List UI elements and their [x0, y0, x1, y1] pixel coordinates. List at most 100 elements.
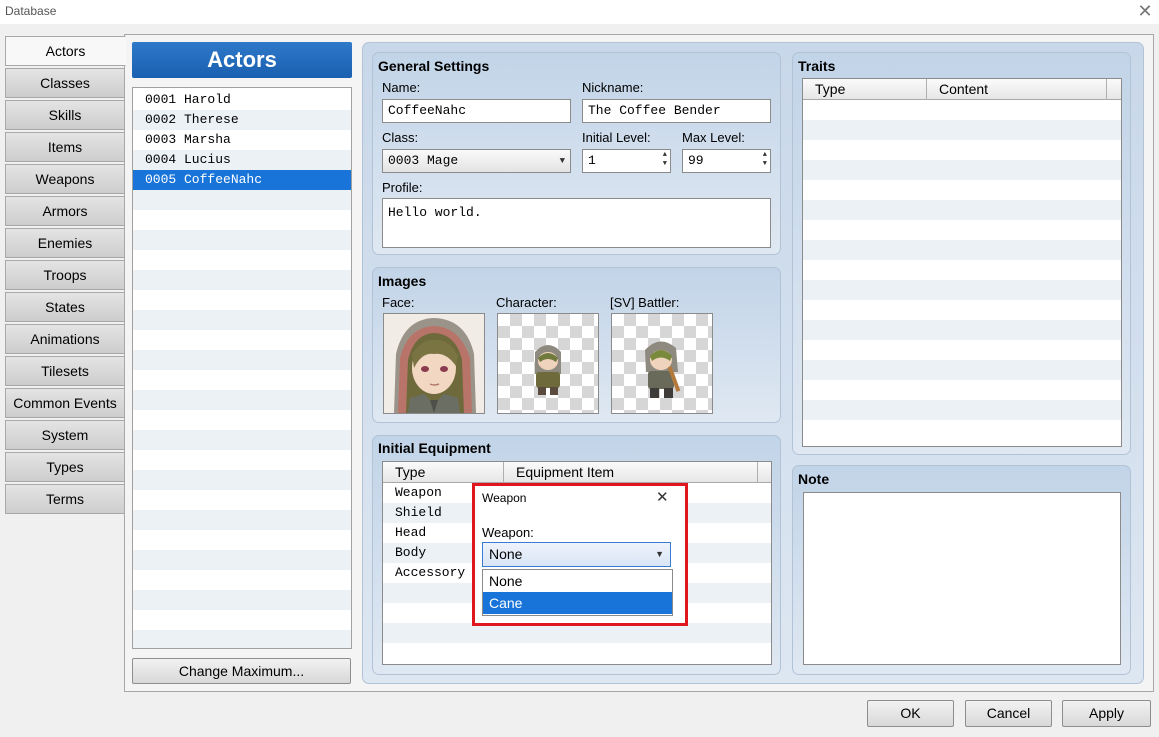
battler-image[interactable]: [611, 313, 713, 414]
empty-row[interactable]: [133, 570, 351, 590]
change-maximum-button[interactable]: Change Maximum...: [132, 658, 351, 684]
empty-row[interactable]: [803, 140, 1121, 160]
empty-row[interactable]: [803, 340, 1121, 360]
empty-row[interactable]: [133, 430, 351, 450]
column-equipment-item[interactable]: Equipment Item: [504, 462, 758, 483]
empty-row[interactable]: [133, 310, 351, 330]
name-field[interactable]: CoffeeNahc: [382, 99, 571, 123]
class-label: Class:: [382, 130, 419, 145]
empty-row[interactable]: [133, 470, 351, 490]
spinner-arrows-icon[interactable]: ▲ ▼: [763, 151, 767, 169]
empty-row[interactable]: [133, 490, 351, 510]
traits-table[interactable]: Type Content: [802, 78, 1122, 447]
empty-row[interactable]: [383, 623, 771, 643]
window-close-icon[interactable]: ✕: [1135, 0, 1155, 22]
tab-troops[interactable]: Troops: [5, 260, 125, 290]
face-portrait-icon: [394, 318, 476, 413]
nickname-label: Nickname:: [582, 80, 644, 95]
empty-row[interactable]: [133, 390, 351, 410]
empty-row[interactable]: [803, 320, 1121, 340]
empty-row[interactable]: [803, 360, 1121, 380]
column-type[interactable]: Type: [383, 462, 504, 483]
weapon-option-cane[interactable]: Cane: [483, 592, 672, 614]
class-select[interactable]: 0003 Mage ▼: [382, 149, 571, 173]
empty-row[interactable]: [803, 300, 1121, 320]
empty-row[interactable]: [133, 190, 351, 210]
actor-item[interactable]: 0004 Lucius: [133, 150, 351, 170]
apply-button[interactable]: Apply: [1062, 700, 1151, 727]
popup-close-icon[interactable]: ✕: [656, 488, 669, 506]
empty-row[interactable]: [803, 280, 1121, 300]
column-type[interactable]: Type: [803, 79, 927, 100]
note-title: Note: [798, 471, 830, 487]
initial-level-spinner[interactable]: 1 ▲ ▼: [582, 149, 671, 173]
tab-common-events[interactable]: Common Events: [5, 388, 125, 418]
popup-weapon-label: Weapon:: [482, 525, 534, 540]
empty-row[interactable]: [803, 180, 1121, 200]
actor-item[interactable]: 0001 Harold: [133, 90, 351, 110]
tab-skills[interactable]: Skills: [5, 100, 125, 130]
note-textarea[interactable]: [803, 492, 1121, 665]
tab-states[interactable]: States: [5, 292, 125, 322]
empty-row[interactable]: [133, 510, 351, 530]
empty-row[interactable]: [133, 270, 351, 290]
cancel-button[interactable]: Cancel: [965, 700, 1052, 727]
empty-row[interactable]: [803, 100, 1121, 120]
empty-row[interactable]: [803, 260, 1121, 280]
weapon-option-none[interactable]: None: [483, 570, 672, 592]
nickname-field[interactable]: The Coffee Bender: [582, 99, 771, 123]
empty-row[interactable]: [133, 250, 351, 270]
tab-classes[interactable]: Classes: [5, 68, 125, 98]
empty-row[interactable]: [803, 400, 1121, 420]
empty-row[interactable]: [133, 450, 351, 470]
empty-row[interactable]: [133, 230, 351, 250]
empty-row[interactable]: [133, 610, 351, 630]
empty-row[interactable]: [133, 290, 351, 310]
column-content[interactable]: Content: [927, 79, 1107, 100]
empty-row[interactable]: [803, 200, 1121, 220]
empty-row[interactable]: [803, 420, 1121, 440]
weapon-select[interactable]: None ▼: [482, 542, 671, 567]
tab-enemies[interactable]: Enemies: [5, 228, 125, 258]
empty-row[interactable]: [133, 530, 351, 550]
empty-row[interactable]: [133, 210, 351, 230]
tab-items[interactable]: Items: [5, 132, 125, 162]
empty-row[interactable]: [133, 590, 351, 610]
weapon-select-value: None: [489, 546, 523, 562]
actor-item[interactable]: 0002 Therese: [133, 110, 351, 130]
tab-tilesets[interactable]: Tilesets: [5, 356, 125, 386]
tab-armors[interactable]: Armors: [5, 196, 125, 226]
spinner-arrows-icon[interactable]: ▲ ▼: [663, 151, 667, 169]
initial-equipment-title: Initial Equipment: [378, 440, 491, 456]
tab-animations[interactable]: Animations: [5, 324, 125, 354]
ok-button[interactable]: OK: [867, 700, 954, 727]
empty-row[interactable]: [133, 330, 351, 350]
empty-row[interactable]: [803, 160, 1121, 180]
empty-row[interactable]: [803, 220, 1121, 240]
actor-list[interactable]: 0001 Harold 0002 Therese 0003 Marsha 000…: [132, 87, 352, 649]
traits-title: Traits: [798, 58, 836, 74]
window-title: Database: [5, 4, 57, 18]
actor-item-selected[interactable]: 0005 CoffeeNahc: [133, 170, 351, 190]
tab-system[interactable]: System: [5, 420, 125, 450]
face-image[interactable]: [383, 313, 485, 414]
empty-row[interactable]: [133, 350, 351, 370]
tab-weapons[interactable]: Weapons: [5, 164, 125, 194]
tab-actors[interactable]: Actors: [5, 36, 126, 66]
weapon-dropdown-list[interactable]: None Cane: [482, 569, 673, 616]
actor-item[interactable]: 0003 Marsha: [133, 130, 351, 150]
empty-row[interactable]: [133, 630, 351, 648]
empty-row[interactable]: [133, 370, 351, 390]
empty-row[interactable]: [133, 410, 351, 430]
profile-textarea[interactable]: Hello world.: [382, 198, 771, 248]
tab-types[interactable]: Types: [5, 452, 125, 482]
max-level-spinner[interactable]: 99 ▲ ▼: [682, 149, 771, 173]
empty-row[interactable]: [803, 380, 1121, 400]
empty-row[interactable]: [133, 550, 351, 570]
empty-row[interactable]: [803, 120, 1121, 140]
empty-row[interactable]: [383, 643, 771, 663]
empty-row[interactable]: [803, 240, 1121, 260]
tab-terms[interactable]: Terms: [5, 484, 125, 514]
character-label: Character:: [496, 295, 557, 310]
character-image[interactable]: [497, 313, 599, 414]
